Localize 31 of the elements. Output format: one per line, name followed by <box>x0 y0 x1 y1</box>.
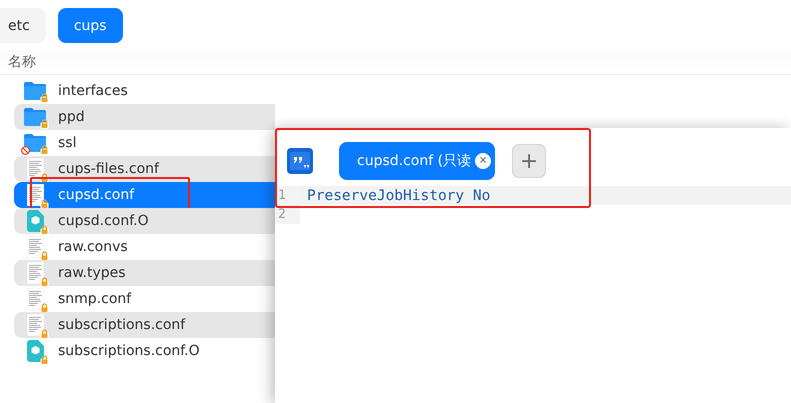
file-name: ssl <box>58 135 76 151</box>
breadcrumb-button[interactable]: cups <box>58 8 123 43</box>
line-number: 1 <box>275 186 300 205</box>
file-name: ppd <box>58 109 85 125</box>
file-name: subscriptions.conf <box>58 317 186 333</box>
file-row[interactable]: cupsd.conf.O <box>14 208 275 234</box>
file-row[interactable]: subscriptions.conf.O <box>14 338 275 364</box>
new-tab-button[interactable]: + <box>512 144 546 178</box>
file-row[interactable]: ssl <box>14 130 275 156</box>
file-row[interactable]: ppd <box>14 104 275 130</box>
file-name: cups-files.conf <box>58 161 159 177</box>
column-header[interactable]: 名称 <box>8 53 36 71</box>
file-name: raw.convs <box>58 239 128 255</box>
code-line: PreserveJobHistory No <box>307 188 490 204</box>
file-row[interactable]: raw.convs <box>14 234 275 260</box>
close-icon[interactable]: × <box>475 153 492 169</box>
file-row[interactable]: snmp.conf <box>14 286 275 312</box>
file-name: raw.types <box>58 265 126 281</box>
file-name: cupsd.conf.O <box>58 213 149 229</box>
editor-tab[interactable]: cupsd.conf (只读 × <box>339 142 496 180</box>
file-row[interactable]: interfaces <box>14 78 275 104</box>
file-row[interactable]: raw.types <box>14 260 275 286</box>
file-row[interactable]: subscriptions.conf <box>14 312 275 338</box>
line-number: 2 <box>275 205 300 224</box>
file-row[interactable]: cupsd.conf <box>14 182 275 208</box>
file-name: snmp.conf <box>58 291 132 307</box>
file-name: interfaces <box>58 83 128 99</box>
breadcrumb-button[interactable]: etc <box>0 8 46 43</box>
file-row[interactable]: cups-files.conf <box>14 156 275 182</box>
file-name: subscriptions.conf.O <box>58 343 200 359</box>
file-name: cupsd.conf <box>58 187 134 203</box>
